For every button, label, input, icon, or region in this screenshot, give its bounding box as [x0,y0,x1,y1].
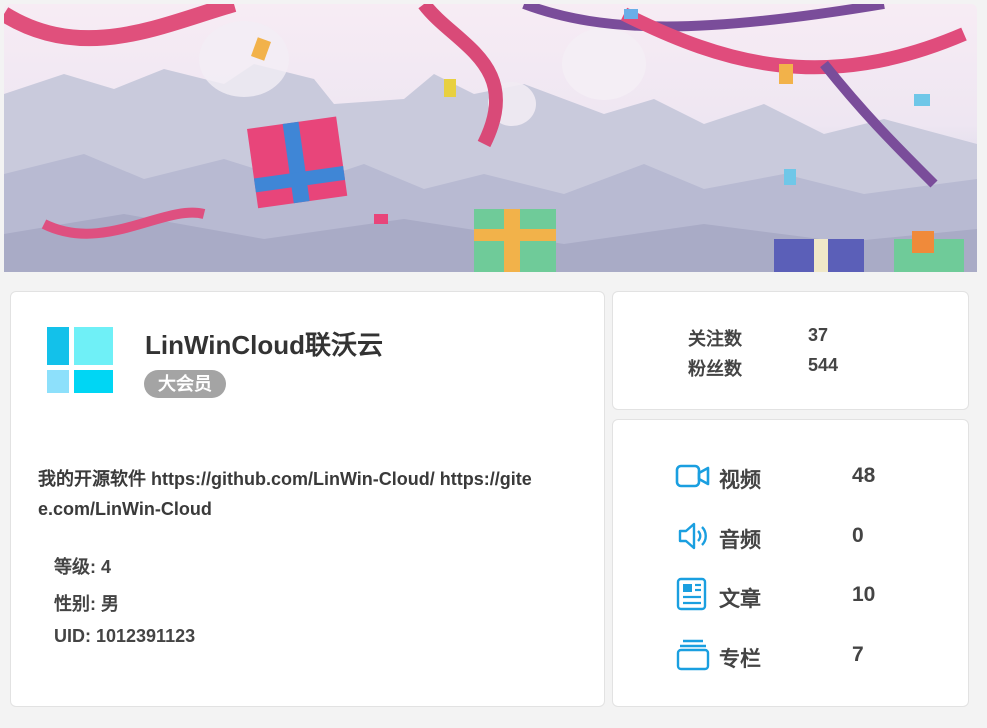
stat-value-articles: 10 [852,583,876,606]
profile-banner [4,4,977,272]
follow-card [612,291,969,410]
stat-value-videos: 48 [852,464,876,487]
level-info: 等级: 4 [54,557,112,577]
windows-logo-icon [47,327,113,393]
following-label[interactable]: 关注数 [688,325,742,351]
speaker-icon [678,522,707,550]
stat-label-columns[interactable]: 专栏 [719,643,761,673]
following-count[interactable]: 37 [808,325,828,346]
article-icon [676,577,707,611]
bio-text: 我的开源软件 https://github.com/LinWin-Cloud/ … [38,469,532,519]
uid-info: UID: 1012391123 [54,626,196,646]
stat-value-columns: 7 [852,643,864,666]
stat-value-audio: 0 [852,524,864,547]
stat-label-videos[interactable]: 视频 [719,464,761,494]
followers-count[interactable]: 544 [808,355,838,376]
gender-info: 性别: 男 [54,594,119,614]
stat-label-audio[interactable]: 音频 [719,524,761,554]
username: LinWinCloud联沃云 [145,330,384,360]
stat-label-articles[interactable]: 文章 [719,583,761,613]
followers-label[interactable]: 粉丝数 [688,355,742,381]
vip-badge: 大会员 [144,370,226,398]
stats-card [612,419,969,707]
banner-illustration [4,4,977,272]
video-camera-icon [675,464,710,488]
column-icon [676,639,710,671]
